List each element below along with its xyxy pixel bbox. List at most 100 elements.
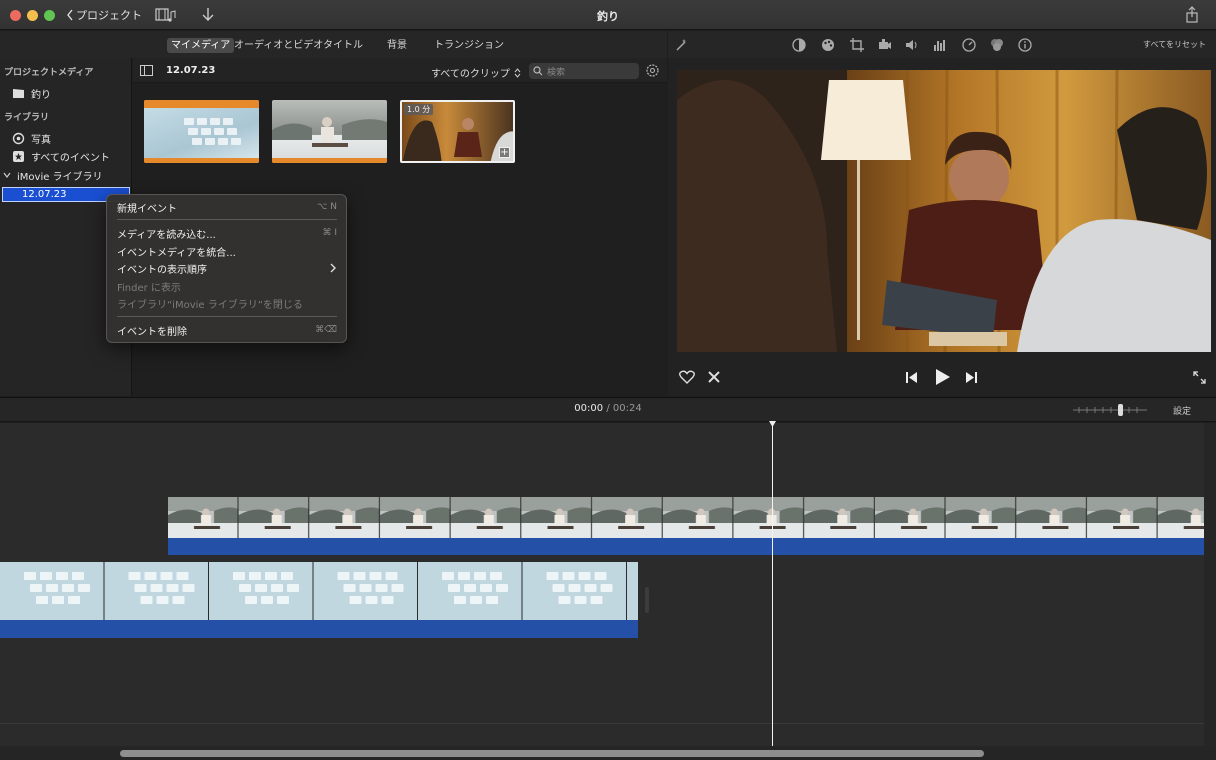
menu-item-label: ライブラリ“iMovie ライブラリ”を閉じる [117,299,303,311]
menu-item-new-event[interactable]: 新規イベント ⌥ N [117,199,337,215]
keyboard-filmstrip [0,562,638,620]
minimize-window-button[interactable] [27,10,38,21]
menu-separator [117,219,337,220]
project-media-header: プロジェクトメディア [4,68,94,78]
fisherman-filmstrip [168,497,1205,538]
sidebar-toggle-icon[interactable] [140,65,153,76]
color-balance-icon[interactable] [792,38,806,52]
timeline-guide-line [0,723,1204,724]
equalizer-icon[interactable] [933,38,947,52]
crop-icon[interactable] [850,38,864,52]
search-placeholder: 検索 [547,67,566,78]
volume-icon[interactable] [905,38,919,52]
clip-thumbnail-interview[interactable]: 1.0 分 + [400,100,515,163]
chevron-down-icon [3,172,11,178]
clip-audio-bar [168,538,1205,555]
interview-frame-image [677,70,1211,352]
clip-filter-popup[interactable]: すべてのクリップ [431,65,521,80]
library-header: ライブラリ [4,113,50,123]
sidebar-all-events-label: すべてのイベント [31,152,110,164]
menu-item-label: イベントの表示順序 [117,264,207,276]
photos-flower-icon [12,132,25,144]
total-time: 00:24 [612,403,642,414]
tab-audio-video[interactable]: オーディオとビデオ [230,38,327,53]
clip-filter-label: すべてのクリップ [431,69,510,80]
clip-fisherman[interactable] [168,497,1205,555]
skip-back-icon[interactable] [906,372,918,383]
skip-forward-icon[interactable] [965,372,977,383]
share-icon[interactable] [1184,6,1200,24]
video-preview[interactable] [677,70,1211,352]
magic-wand-icon[interactable] [674,38,688,52]
tab-titles[interactable]: タイトル [319,38,367,53]
gear-icon[interactable] [645,63,660,78]
menu-item-label: 新規イベント [117,203,177,215]
menu-item-sort-order[interactable]: イベントの表示順序 [117,260,337,276]
current-time: 00:00 [574,403,604,414]
sidebar-library-label: iMovie ライブラリ [17,171,103,183]
timecode-display: 00:00 / 00:24 [0,403,1216,414]
menu-item-import-media[interactable]: メディアを読み込む... ⌘ I [117,225,337,241]
noise-reduction-icon[interactable] [990,38,1004,52]
up-down-chevron-icon [514,67,521,78]
back-to-projects-label: プロジェクト [76,9,142,22]
film-music-icon[interactable] [155,7,177,23]
back-to-projects-button[interactable]: プロジェクト [66,7,142,23]
sidebar-item-photos[interactable]: 写真 [12,130,51,146]
event-context-menu: 新規イベント ⌥ N メディアを読み込む... ⌘ I イベントメディアを統合.… [106,194,347,343]
reject-x-icon[interactable] [707,370,721,384]
media-browser-toolbar: 12.07.23 すべてのクリップ 検索 [133,58,667,83]
sidebar-item-project[interactable]: 釣り [12,85,51,101]
clip-thumbnail-keyboard[interactable] [144,100,259,163]
menu-item-shortcut: ⌥ N [317,202,337,212]
stabilization-camera-icon[interactable] [878,38,892,52]
zoom-window-button[interactable] [44,10,55,21]
sidebar-item-all-events[interactable]: すべてのイベント [12,148,110,164]
menu-item-show-in-finder: Finder に表示 [117,278,337,294]
timeline-zoom-slider[interactable] [1073,403,1147,417]
menu-item-label: イベントを削除 [117,326,187,338]
menu-item-delete-event[interactable]: イベントを削除 ⌘⌫ [117,322,337,338]
tab-backgrounds[interactable]: 背景 [383,38,411,53]
timeline-horizontal-scrollbar[interactable] [120,750,984,757]
keyboard-image [144,100,259,163]
close-window-button[interactable] [10,10,21,21]
tab-transitions[interactable]: トランジション [430,38,508,53]
color-palette-icon[interactable] [821,38,835,52]
clip-thumbnail-fisherman[interactable] [272,100,387,163]
clip-audio-bar [0,620,638,638]
timeline-vertical-scroll-track [1204,423,1216,746]
speed-gauge-icon[interactable] [962,38,976,52]
sidebar-photos-label: 写真 [31,134,51,146]
info-icon[interactable] [1018,38,1032,52]
duration-badge: 1.0 分 [404,104,434,115]
chevron-left-icon [67,9,73,21]
tab-my-media[interactable]: マイメディア [167,38,235,53]
search-field[interactable]: 検索 [529,63,639,79]
playhead[interactable] [772,423,773,748]
reset-all-button[interactable]: すべてをリセット [1143,39,1206,50]
clapperboard-icon [13,88,24,98]
event-title: 12.07.23 [166,65,216,76]
play-icon[interactable] [935,369,950,385]
menu-item-consolidate-media[interactable]: イベントメディアを統合... [117,243,337,259]
timeline-settings-button[interactable]: 設定 [1173,404,1191,417]
title-bar [0,0,1216,30]
fullscreen-icon[interactable] [1193,371,1206,384]
menu-item-close-library: ライブラリ“iMovie ライブラリ”を閉じる [117,295,337,311]
adjustment-toolbar [668,31,1216,58]
clip-keyboard[interactable] [0,562,638,638]
browser-tab-bar: マイメディア オーディオとビデオ タイトル 背景 トランジション [0,31,667,58]
menu-item-label: イベントメディアを統合... [117,247,236,259]
heart-favorite-icon[interactable] [679,370,695,384]
import-arrow-icon[interactable] [200,6,216,24]
chevron-right-icon [330,263,336,273]
search-icon [533,66,543,76]
menu-item-label: メディアを読み込む... [117,229,216,241]
add-clip-icon[interactable]: + [499,147,510,158]
playhead-marker-icon[interactable] [769,421,776,427]
clip-trim-handle[interactable] [645,587,649,613]
timeline-header: 00:00 / 00:24 [0,397,1216,422]
fisherman-image [272,117,387,163]
sidebar-library-row[interactable]: iMovie ライブラリ [3,167,103,183]
